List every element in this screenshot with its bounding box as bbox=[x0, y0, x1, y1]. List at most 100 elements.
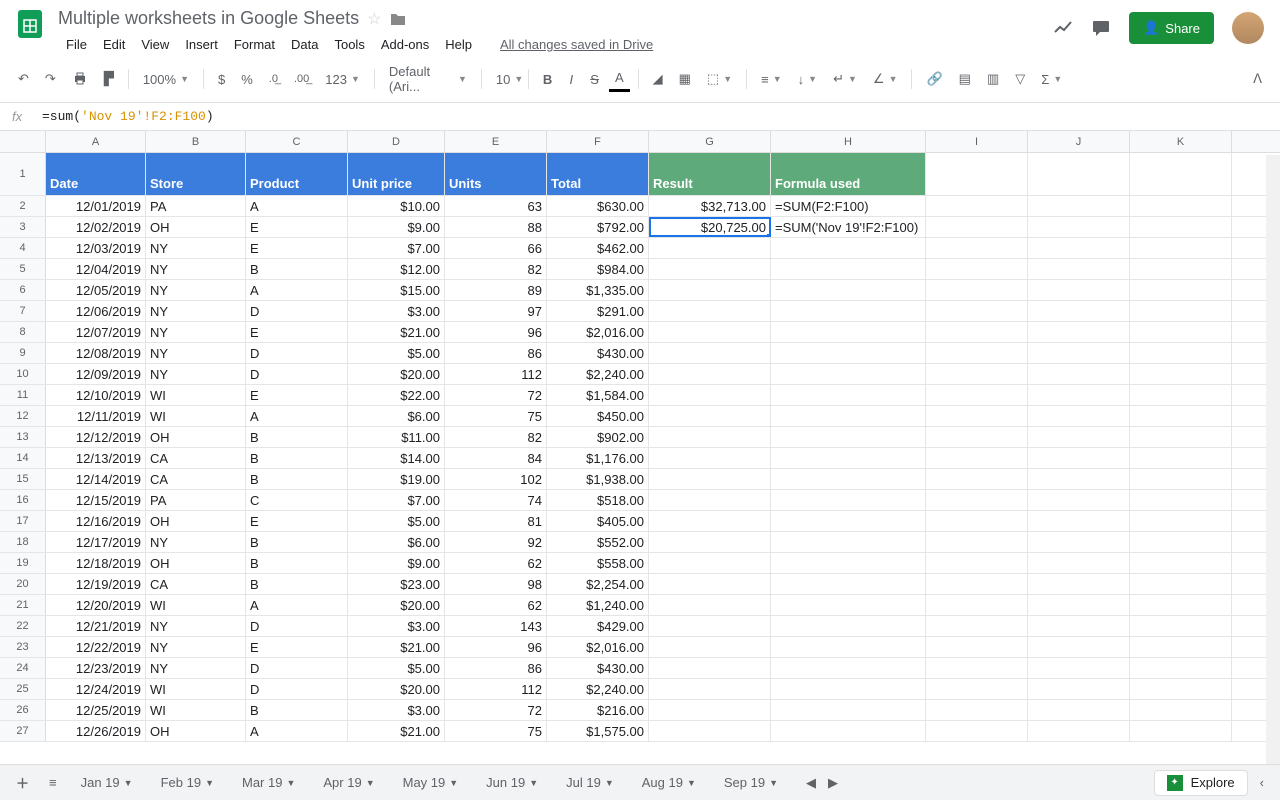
row-header[interactable]: 16 bbox=[0, 490, 46, 510]
cell[interactable]: $15.00 bbox=[348, 280, 445, 300]
cell[interactable]: $23.00 bbox=[348, 574, 445, 594]
cell[interactable] bbox=[1130, 553, 1232, 573]
cell[interactable]: $12.00 bbox=[348, 259, 445, 279]
cell[interactable]: $216.00 bbox=[547, 700, 649, 720]
cell[interactable]: $1,335.00 bbox=[547, 280, 649, 300]
cell[interactable] bbox=[1028, 679, 1130, 699]
cell[interactable] bbox=[1028, 595, 1130, 615]
cell[interactable]: $1,584.00 bbox=[547, 385, 649, 405]
cell[interactable] bbox=[771, 364, 926, 384]
cell[interactable] bbox=[649, 679, 771, 699]
cell[interactable] bbox=[1130, 511, 1232, 531]
header-cell-E[interactable]: Units bbox=[445, 153, 547, 195]
cell[interactable]: $7.00 bbox=[348, 238, 445, 258]
cell[interactable]: 12/15/2019 bbox=[46, 490, 146, 510]
cell[interactable]: $2,016.00 bbox=[547, 322, 649, 342]
row-header[interactable]: 2 bbox=[0, 196, 46, 216]
row-header[interactable]: 13 bbox=[0, 427, 46, 447]
cell[interactable]: 12/06/2019 bbox=[46, 301, 146, 321]
cell[interactable]: 66 bbox=[445, 238, 547, 258]
sheet-tab[interactable]: Apr 19▼ bbox=[311, 769, 386, 796]
cell[interactable]: CA bbox=[146, 574, 246, 594]
cell[interactable]: $6.00 bbox=[348, 406, 445, 426]
cell[interactable]: 96 bbox=[445, 637, 547, 657]
cell[interactable] bbox=[649, 427, 771, 447]
cell[interactable]: 12/10/2019 bbox=[46, 385, 146, 405]
row-header[interactable]: 7 bbox=[0, 301, 46, 321]
cell[interactable]: OH bbox=[146, 217, 246, 237]
cell[interactable]: 72 bbox=[445, 700, 547, 720]
cell[interactable]: 63 bbox=[445, 196, 547, 216]
cell[interactable] bbox=[1028, 658, 1130, 678]
cell[interactable] bbox=[649, 322, 771, 342]
cell[interactable]: E bbox=[246, 511, 348, 531]
menu-insert[interactable]: Insert bbox=[177, 33, 226, 56]
cell[interactable] bbox=[649, 532, 771, 552]
italic-button[interactable]: I bbox=[562, 68, 580, 91]
cell[interactable] bbox=[649, 574, 771, 594]
cell[interactable] bbox=[649, 238, 771, 258]
cell[interactable] bbox=[649, 385, 771, 405]
expand-panel-icon[interactable]: ‹ bbox=[1252, 769, 1272, 796]
cell[interactable] bbox=[1028, 280, 1130, 300]
cell[interactable]: 12/13/2019 bbox=[46, 448, 146, 468]
cell[interactable]: NY bbox=[146, 259, 246, 279]
save-status[interactable]: All changes saved in Drive bbox=[492, 33, 661, 56]
sheet-tab-menu-icon[interactable]: ▼ bbox=[529, 778, 538, 788]
cell[interactable]: $429.00 bbox=[547, 616, 649, 636]
cell[interactable]: $9.00 bbox=[348, 553, 445, 573]
cell[interactable]: D bbox=[246, 364, 348, 384]
link-icon[interactable]: 🔗 bbox=[920, 67, 948, 91]
cell[interactable]: NY bbox=[146, 532, 246, 552]
undo-icon[interactable]: ↶ bbox=[12, 67, 35, 91]
cell[interactable] bbox=[1130, 259, 1232, 279]
cell[interactable] bbox=[926, 343, 1028, 363]
increase-decimal-button[interactable]: .00̲ bbox=[288, 69, 315, 89]
cell[interactable]: 12/03/2019 bbox=[46, 238, 146, 258]
sheet-tab[interactable]: Feb 19▼ bbox=[149, 769, 226, 796]
cell[interactable]: OH bbox=[146, 721, 246, 741]
sheet-tab-menu-icon[interactable]: ▼ bbox=[687, 778, 696, 788]
cell[interactable]: 12/20/2019 bbox=[46, 595, 146, 615]
cell[interactable] bbox=[926, 553, 1028, 573]
sheet-tab-menu-icon[interactable]: ▼ bbox=[769, 778, 778, 788]
zoom-select[interactable]: 100%▼ bbox=[137, 70, 195, 89]
menu-data[interactable]: Data bbox=[283, 33, 326, 56]
cell[interactable]: $2,016.00 bbox=[547, 637, 649, 657]
decrease-decimal-button[interactable]: .0̲ bbox=[263, 69, 284, 89]
cell[interactable]: 86 bbox=[445, 343, 547, 363]
cell[interactable]: $21.00 bbox=[348, 322, 445, 342]
sheet-tab-menu-icon[interactable]: ▼ bbox=[366, 778, 375, 788]
cell[interactable]: $984.00 bbox=[547, 259, 649, 279]
collapse-toolbar-icon[interactable]: ᐱ bbox=[1247, 67, 1268, 91]
row-header[interactable]: 23 bbox=[0, 637, 46, 657]
redo-icon[interactable]: ↷ bbox=[39, 67, 62, 91]
cell[interactable] bbox=[926, 658, 1028, 678]
col-header-F[interactable]: F bbox=[547, 131, 649, 152]
formula-input[interactable]: =sum('Nov 19'!F2:F100) bbox=[42, 109, 1268, 124]
insert-chart-icon[interactable]: ▥ bbox=[981, 67, 1005, 91]
cell[interactable]: A bbox=[246, 196, 348, 216]
cell[interactable] bbox=[926, 301, 1028, 321]
cell[interactable]: $9.00 bbox=[348, 217, 445, 237]
cell[interactable] bbox=[926, 385, 1028, 405]
all-sheets-icon[interactable]: ≡ bbox=[41, 769, 65, 796]
cell[interactable]: 84 bbox=[445, 448, 547, 468]
functions-icon[interactable]: Σ▼ bbox=[1035, 70, 1068, 89]
rotate-icon[interactable]: ∠▼ bbox=[867, 69, 904, 89]
explore-button[interactable]: ✦ Explore bbox=[1154, 770, 1248, 796]
cell[interactable] bbox=[1028, 259, 1130, 279]
row-header[interactable]: 20 bbox=[0, 574, 46, 594]
cell[interactable]: $3.00 bbox=[348, 700, 445, 720]
cell[interactable] bbox=[771, 553, 926, 573]
cell[interactable]: =SUM('Nov 19'!F2:F100) bbox=[771, 217, 926, 237]
fill-color-icon[interactable]: ◢ bbox=[647, 67, 669, 91]
row-header[interactable]: 26 bbox=[0, 700, 46, 720]
row-header[interactable]: 11 bbox=[0, 385, 46, 405]
cell[interactable]: $3.00 bbox=[348, 616, 445, 636]
sheet-tab[interactable]: May 19▼ bbox=[391, 769, 471, 796]
cell[interactable] bbox=[771, 280, 926, 300]
menu-edit[interactable]: Edit bbox=[95, 33, 133, 56]
cell[interactable] bbox=[649, 469, 771, 489]
sheet-tab[interactable]: Jan 19▼ bbox=[69, 769, 145, 796]
